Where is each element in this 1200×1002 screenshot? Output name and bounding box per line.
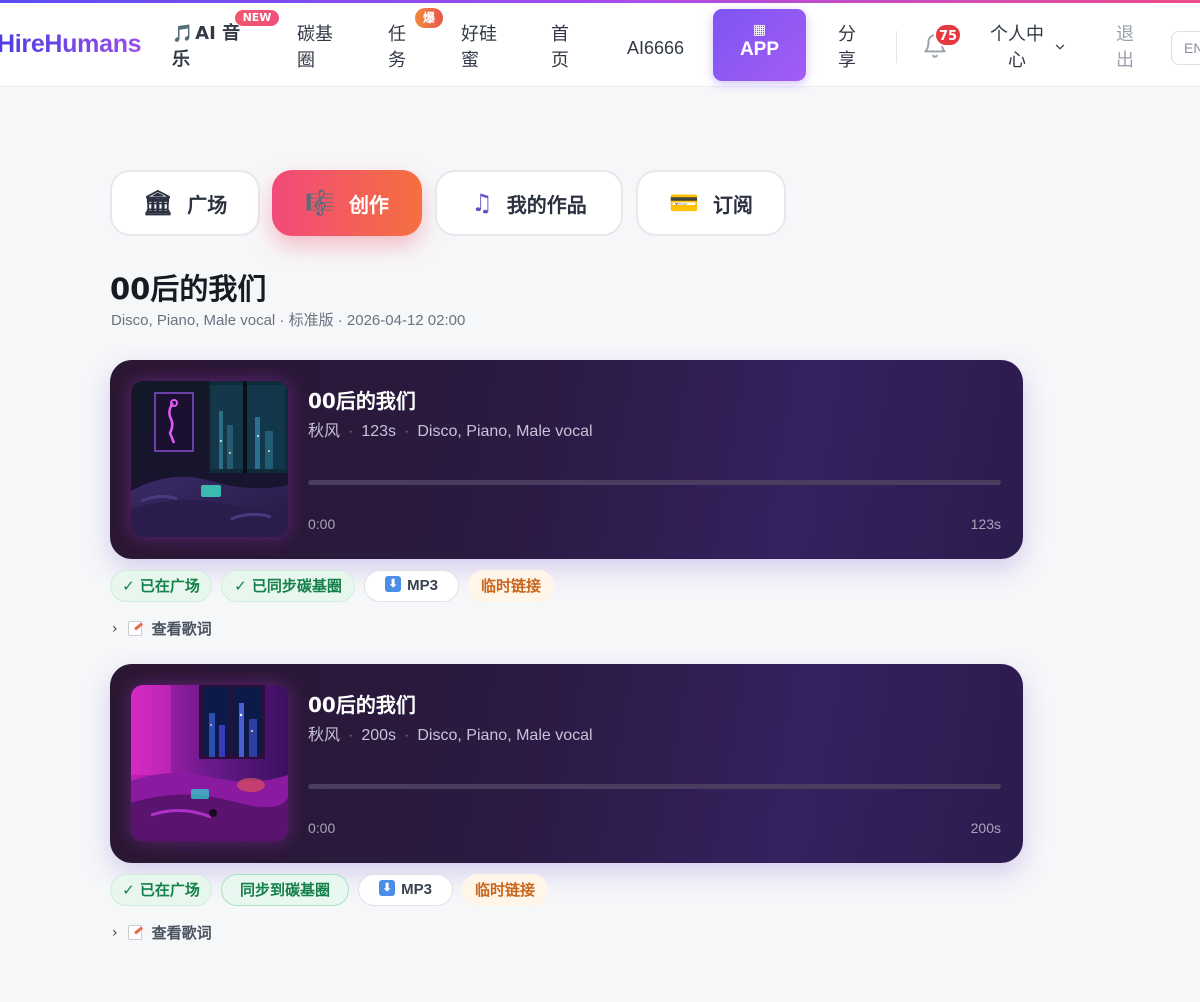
tab-create[interactable]: 🎼 创作	[272, 170, 422, 236]
tab-plaza-label: 广场	[187, 192, 228, 217]
nav-carbon-circle[interactable]: 碳基圈	[297, 22, 337, 74]
track-style: Disco, Piano, Male vocal	[417, 727, 593, 744]
hot-badge: 爆	[415, 8, 443, 28]
track-info: 秋风 · 200s · Disco, Piano, Male vocal	[308, 727, 593, 744]
synced-carbon-badge: ✓ 已同步碳基圈	[221, 570, 355, 602]
current-time: 0:00	[308, 516, 336, 532]
download-icon: ⬇	[385, 576, 402, 593]
track-info: 秋风 · 123s · Disco, Piano, Male vocal	[308, 423, 593, 440]
brand-logo[interactable]: HireHumans	[0, 30, 142, 59]
view-lyrics-toggle[interactable]: › 查看歌词	[112, 618, 212, 639]
in-plaza-badge: ✓ 已在广场	[110, 874, 212, 906]
tab-my-works[interactable]: ♫ 我的作品	[435, 170, 623, 236]
navbar: HireHumans 🎵 AI 音乐 NEW 碳基圈 任务 爆 好硅蜜 首页 AI…	[0, 3, 1200, 87]
bank-icon: 🏛	[142, 189, 174, 217]
tab-my-works-label: 我的作品	[506, 192, 587, 217]
tab-plaza[interactable]: 🏛 广场	[110, 170, 260, 236]
view-lyrics-toggle[interactable]: › 查看歌词	[112, 922, 212, 943]
nav-logout[interactable]: 退出	[1116, 22, 1138, 74]
mp3-label: MP3	[401, 881, 432, 898]
nav-share[interactable]: 分享	[838, 22, 860, 74]
album-cover	[131, 381, 288, 537]
credit-card-icon: 💳	[669, 189, 699, 217]
progress-bar[interactable]	[308, 784, 1001, 789]
view-lyrics-label: 查看歌词	[151, 620, 212, 638]
app-button[interactable]: ▦ APP	[713, 9, 806, 81]
total-time: 200s	[970, 820, 1001, 836]
nav-good-pal[interactable]: 好硅蜜	[461, 22, 501, 74]
track-artist: 秋风	[308, 727, 341, 744]
tab-subscribe-label: 订阅	[712, 192, 753, 217]
chevron-down-icon[interactable]	[1053, 40, 1067, 54]
mp3-download-button[interactable]: ⬇ MP3	[364, 570, 459, 602]
language-switch[interactable]: EN	[1171, 31, 1200, 65]
nav-ai-music[interactable]: 🎵 AI 音乐	[172, 21, 256, 73]
music-note-icon: ♫	[471, 189, 493, 217]
temp-link-button[interactable]: 临时链接	[468, 570, 554, 602]
total-time: 123s	[970, 516, 1001, 532]
page-title: 00后的我们	[110, 272, 267, 306]
track-artist: 秋风	[308, 423, 341, 440]
progress-bar[interactable]	[308, 480, 1001, 485]
current-time: 0:00	[308, 820, 336, 836]
temp-link-button[interactable]: 临时链接	[462, 874, 548, 906]
track-style: Disco, Piano, Male vocal	[417, 423, 593, 440]
tab-subscribe[interactable]: 💳 订阅	[636, 170, 786, 236]
in-plaza-badge: ✓ 已在广场	[110, 570, 212, 602]
music-score-icon: 🎼	[305, 189, 335, 217]
nav-personal-center[interactable]: 个人中心	[988, 22, 1046, 74]
tab-create-label: 创作	[348, 192, 389, 217]
nav-home[interactable]: 首页	[551, 22, 573, 74]
song-meta: Disco, Piano, Male vocal · 标准版 · 2026-04…	[111, 312, 466, 329]
notification-count-badge: 75	[934, 23, 962, 47]
audio-player[interactable]: 00后的我们 秋风 · 200s · Disco, Piano, Male vocal …	[110, 664, 1023, 863]
new-badge: NEW	[235, 10, 279, 26]
track-title: 00后的我们	[308, 693, 416, 717]
track-duration: 123s	[361, 423, 397, 440]
chevron-right-icon: ›	[112, 924, 118, 941]
nav-divider	[896, 31, 897, 63]
download-icon: ⬇	[379, 880, 396, 897]
track-title: 00后的我们	[308, 389, 416, 413]
app-button-label: APP	[739, 39, 780, 60]
audio-player[interactable]: 00后的我们 秋风 · 123s · Disco, Piano, Male vocal …	[110, 360, 1023, 559]
nav-ai6666[interactable]: AI6666	[627, 35, 684, 61]
view-lyrics-label: 查看歌词	[151, 924, 212, 942]
chevron-right-icon: ›	[112, 620, 118, 637]
memo-icon	[127, 925, 142, 940]
sync-carbon-button[interactable]: 同步到碳基圈	[221, 874, 349, 906]
music-note-icon: 🎵	[172, 24, 194, 44]
phone-icon: ▦	[752, 22, 767, 38]
mp3-label: MP3	[407, 577, 438, 594]
track-duration: 200s	[361, 727, 397, 744]
memo-icon	[127, 621, 142, 636]
mp3-download-button[interactable]: ⬇ MP3	[358, 874, 453, 906]
nav-task[interactable]: 任务	[388, 22, 410, 74]
album-cover	[131, 685, 288, 841]
